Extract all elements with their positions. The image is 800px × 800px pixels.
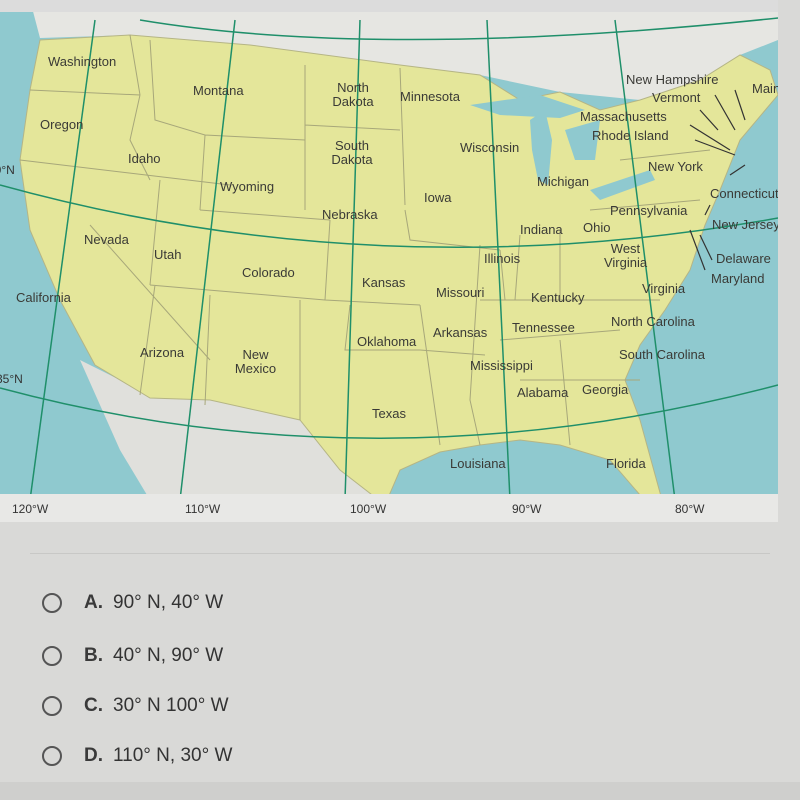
state-label: California [16,290,71,305]
divider [30,553,770,554]
state-label: Illinois [484,251,521,266]
state-label: Maine [752,81,778,96]
bottom-bar [0,782,800,800]
answer-option-d[interactable]: D. 110° N, 30° W [42,743,232,769]
state-label: Rhode Island [592,128,669,143]
state-label: Missouri [436,285,485,300]
state-label: Florida [606,456,646,471]
option-letter: C. [84,695,103,716]
latitude-label-40n: 40°N [0,163,15,177]
state-label: Wisconsin [460,140,520,155]
longitude-label: 80°W [675,502,705,516]
state-label: Tennessee [512,320,575,335]
state-label: South Carolina [619,347,705,362]
state-label: Maryland [711,271,765,286]
option-text: 40° N, 90° W [113,645,224,666]
radio-button[interactable] [42,593,62,613]
state-label: West Virginia [603,241,648,270]
longitude-label: 110°W [185,502,221,516]
longitude-label: 120°W [12,502,49,516]
state-label: New Jersey [712,217,778,232]
option-letter: B. [84,645,103,666]
state-label: Kentucky [531,290,585,305]
state-label: New Hampshire [626,72,719,87]
state-label: New York [648,159,703,174]
state-label: Kansas [362,275,406,290]
option-text: 110° N, 30° W [113,745,233,766]
state-label: Alabama [517,385,569,400]
option-text: 30° N 100° W [113,695,229,716]
option-text: 90° N, 40° W [113,592,224,613]
top-strip [0,0,778,12]
state-label: Vermont [652,90,701,105]
state-label: Nebraska [322,207,378,222]
state-label: Idaho [128,151,161,166]
state-label: South Dakota [331,138,373,167]
answer-option-a[interactable]: A. 90° N, 40° W [42,590,223,616]
radio-button[interactable] [42,746,62,766]
radio-button[interactable] [42,646,62,666]
state-label: Arkansas [433,325,488,340]
state-label: Virginia [642,281,686,296]
answer-option-c[interactable]: C. 30° N 100° W [42,693,229,719]
state-label: Indiana [520,222,563,237]
radio-button[interactable] [42,696,62,716]
option-letter: D. [84,745,103,766]
state-label: Wyoming [220,179,275,194]
option-letter: A. [84,592,103,613]
state-label: Pennsylvania [610,203,688,218]
state-label: Delaware [716,251,771,266]
state-label: Georgia [582,382,629,397]
state-label: North Dakota [332,80,374,109]
state-label: Massachusetts [580,109,667,124]
state-label: Minnesota [400,89,460,104]
us-map: Washington Oregon California Idaho Nevad… [0,0,778,522]
state-label: North Carolina [611,314,695,329]
state-label: New Mexico [234,347,277,376]
state-label: Iowa [424,190,452,205]
latitude-label-35n: 35°N [0,372,23,386]
state-label: Colorado [242,265,295,280]
state-label: Washington [48,54,117,69]
state-label: Connecticut [710,186,778,201]
state-label: Nevada [84,232,129,247]
state-label: Oregon [40,117,84,132]
longitude-label: 100°W [350,502,387,516]
state-label: Mississippi [470,358,533,373]
state-label: Texas [372,406,406,421]
state-label: Montana [193,83,244,98]
answer-option-b[interactable]: B. 40° N, 90° W [42,643,223,669]
state-label: Michigan [537,174,590,189]
state-label: Utah [154,247,182,262]
state-label: Oklahoma [357,334,417,349]
longitude-label: 90°W [512,502,542,516]
state-label: Arizona [140,345,185,360]
state-label: Louisiana [450,456,506,471]
longitude-bar [0,494,778,522]
state-label: Ohio [583,220,611,235]
